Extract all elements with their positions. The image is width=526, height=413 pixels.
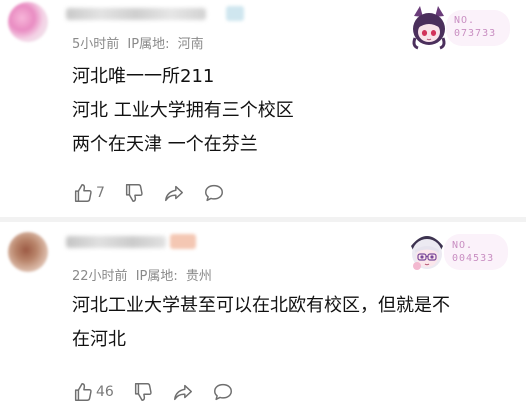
ip-location: 河南 (177, 37, 204, 52)
dislike-button[interactable] (123, 182, 145, 204)
badge-label: NO. (452, 240, 474, 251)
comment-line: 两个在天津 一个在芬兰 (72, 134, 258, 155)
like-count: 46 (96, 384, 114, 400)
badge-label: NO. (454, 15, 476, 26)
badge-character-icon (411, 236, 443, 270)
badge-number-value: 004533 (452, 253, 495, 264)
badge-number: NO. 073733 (454, 14, 496, 40)
ip-location: 贵州 (185, 269, 212, 284)
comment-line: 在河北 (72, 329, 126, 350)
thumbs-up-icon (74, 383, 92, 401)
fan-badge[interactable]: NO. 004533 (404, 228, 524, 278)
badge-number: NO. 004533 (452, 239, 494, 265)
comment-line: 河北 工业大学拥有三个校区 (72, 100, 294, 121)
fan-badge[interactable]: NO. 073733 (406, 4, 526, 54)
comment-icon (213, 383, 232, 401)
comment-actions: 7 (72, 181, 243, 205)
reply-button[interactable] (203, 182, 225, 204)
avatar[interactable] (8, 2, 48, 42)
comment-line: 河北工业大学甚至可以在北欧有校区，但就是不 (72, 295, 450, 316)
comment-card: 22小时前 IP属地: 贵州 NO. 004533 河北工业大学甚至可以在北欧有… (0, 222, 526, 413)
like-button[interactable]: 7 (72, 182, 105, 204)
ip-label: IP属地: (135, 269, 178, 284)
comment-body: 河北工业大学甚至可以在北欧有校区，但就是不 在河北 (72, 289, 450, 357)
badge-character-icon (412, 6, 446, 50)
share-icon (173, 384, 192, 401)
reply-button[interactable] (212, 381, 234, 403)
share-button[interactable] (163, 182, 185, 204)
comment-time: 22小时前 (72, 269, 128, 284)
thumbs-down-icon (134, 383, 152, 401)
comment-actions: 46 (72, 380, 252, 404)
comment-icon (204, 184, 223, 202)
comment-meta: 5小时前 IP属地: 河南 (72, 33, 208, 52)
user-level-tag (170, 234, 196, 249)
comment-time: 5小时前 (72, 37, 120, 52)
comment-body: 河北唯一一所211 河北 工业大学拥有三个校区 两个在天津 一个在芬兰 (72, 60, 294, 162)
username-blurred[interactable] (66, 8, 206, 20)
ip-label: IP属地: (127, 37, 170, 52)
comment-meta: 22小时前 IP属地: 贵州 (72, 265, 216, 284)
username-blurred[interactable] (66, 236, 166, 248)
comment-line: 河北唯一一所211 (72, 66, 215, 87)
avatar[interactable] (8, 232, 48, 272)
comment-card: 5小时前 IP属地: 河南 NO. 073733 河北唯一一所211 河北 工业… (0, 0, 526, 217)
share-icon (164, 185, 183, 202)
like-count: 7 (96, 185, 105, 201)
thumbs-up-icon (74, 184, 92, 202)
like-button[interactable]: 46 (72, 381, 114, 403)
badge-number-value: 073733 (454, 28, 497, 39)
share-button[interactable] (172, 381, 194, 403)
user-level-tag (226, 6, 244, 21)
dislike-button[interactable] (132, 381, 154, 403)
thumbs-down-icon (125, 184, 143, 202)
